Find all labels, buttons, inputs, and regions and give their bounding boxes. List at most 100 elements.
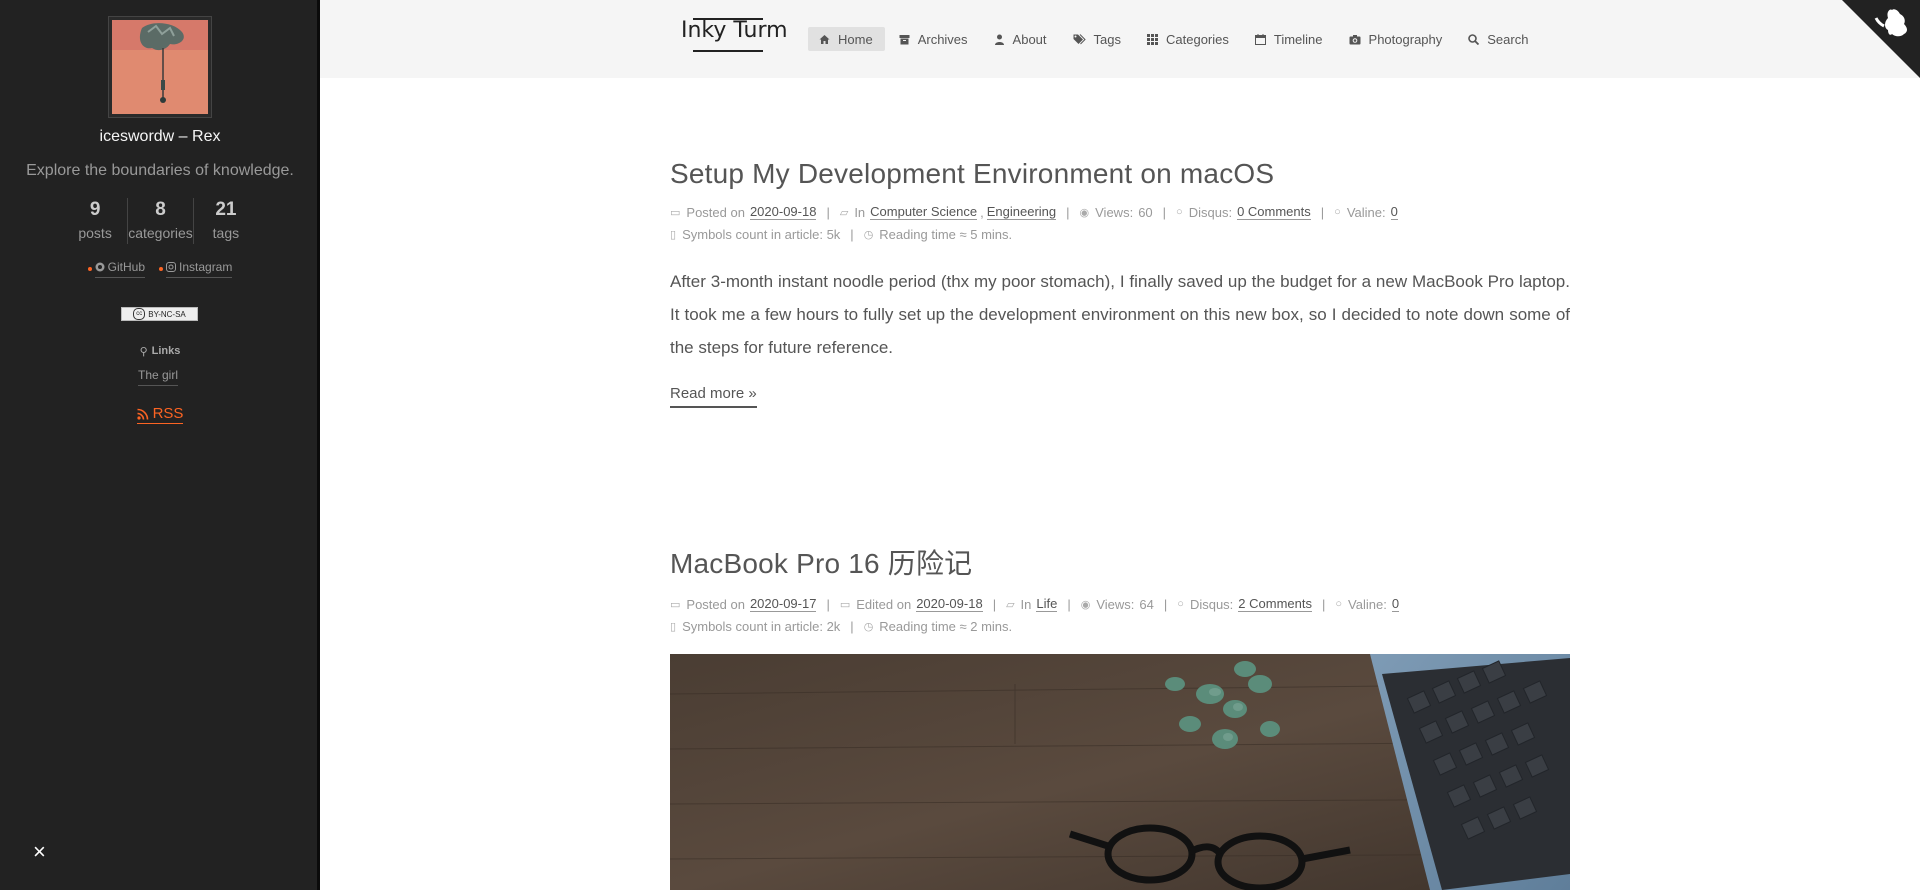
post-meta: ▭ Posted on 2020-09-18 | ▱ In Computer S… (670, 204, 1570, 220)
nav-label: Tags (1093, 31, 1121, 47)
nav-timeline[interactable]: Timeline (1244, 27, 1335, 51)
grid-icon (1147, 33, 1158, 45)
meta-separator: | (1163, 596, 1168, 612)
edited-label: Edited on (856, 596, 912, 612)
nav-label: Timeline (1273, 31, 1323, 47)
meta-separator: | (1067, 596, 1071, 612)
clock-icon: ◷ (863, 229, 874, 241)
github-link[interactable]: GitHub (94, 260, 145, 278)
post-title[interactable]: Setup My Development Environment on macO… (670, 158, 1570, 190)
comment-icon: ○ (1335, 598, 1343, 610)
instagram-link[interactable]: Instagram (166, 260, 233, 278)
nav-about[interactable]: About (983, 27, 1059, 51)
posted-label: Posted on (686, 204, 745, 220)
views-count: 60 (1138, 204, 1153, 220)
category-link[interactable]: Engineering (986, 204, 1057, 220)
avatar[interactable] (108, 16, 212, 118)
post-cover-image[interactable] (670, 654, 1570, 890)
folder-icon: ▱ (1006, 598, 1015, 611)
calendar-check-icon: ▭ (839, 598, 851, 611)
stat-label: tags (212, 225, 240, 241)
search-icon (1468, 33, 1480, 45)
disqus-label: Disqus: (1188, 204, 1233, 220)
post-title[interactable]: MacBook Pro 16 历险记 (670, 542, 1570, 582)
post-meta-secondary: ▯ Symbols count in article: 5k | ◷ Readi… (670, 227, 1570, 242)
nav-label: Home (838, 31, 873, 47)
post-meta-secondary: ▯ Symbols count in article: 2k | ◷ Readi… (670, 619, 1570, 634)
link-icon: ⚲ (139, 346, 148, 358)
brand-bottom-line (693, 50, 763, 52)
disqus-label: Disqus: (1189, 596, 1234, 612)
calendar-icon (1254, 33, 1266, 45)
nav-archives[interactable]: Archives (888, 27, 980, 51)
in-label: In (1020, 596, 1032, 612)
site-brand[interactable]: Inky Turm (681, 18, 788, 43)
meta-separator: | (1322, 596, 1326, 612)
posted-date[interactable]: 2020-09-17 (749, 596, 817, 612)
nav-categories[interactable]: Categories (1136, 27, 1241, 51)
category-link[interactable]: Computer Science (870, 204, 978, 220)
clock-icon: ◷ (863, 621, 874, 633)
edited-date[interactable]: 2020-09-18 (916, 596, 983, 612)
stat-posts[interactable]: 9 posts (63, 198, 127, 244)
post-meta: ▭ Posted on 2020-09-17 | ▭ Edited on 202… (670, 596, 1570, 612)
symbols-count: Symbols count in article: 5k (682, 227, 841, 242)
disqus-comments-link[interactable]: 0 Comments (1237, 204, 1311, 220)
sidebar-close-button[interactable]: × (33, 841, 46, 863)
stat-number: 8 (155, 199, 166, 220)
github-label: GitHub (107, 260, 145, 274)
stat-number: 9 (89, 199, 101, 220)
valine-comments-link[interactable]: 0 (1390, 204, 1398, 220)
meta-separator: | (1162, 204, 1167, 220)
stat-number: 21 (215, 199, 237, 220)
rss-container: RSS (0, 405, 320, 424)
github-corner[interactable] (1842, 0, 1920, 78)
category-link[interactable]: Life (1036, 596, 1058, 612)
stat-categories[interactable]: 8 categories (127, 198, 193, 244)
file-icon: ▯ (670, 229, 677, 241)
stat-tags[interactable]: 21 tags (192, 198, 258, 244)
social-item-instagram: Instagram (159, 260, 233, 278)
meta-separator: | (850, 227, 854, 242)
blogroll-link[interactable]: The girl (138, 368, 179, 386)
reading-time: Reading time ≈ 5 mins. (879, 227, 1013, 242)
eye-icon: ◉ (1079, 206, 1090, 219)
meta-separator: | (850, 619, 854, 634)
views-count: 64 (1139, 596, 1154, 612)
calendar-icon: ▭ (670, 598, 681, 611)
site-header: Inky Turm Home Archives About Tags Categ… (320, 0, 1920, 78)
category-comma: , (980, 204, 984, 220)
social-item-github: GitHub (87, 260, 145, 278)
nav-search[interactable]: Search (1457, 27, 1540, 51)
rss-icon (136, 408, 148, 420)
license-badge[interactable]: cc BY-NC-SA (121, 307, 198, 321)
bullet-dot (159, 267, 163, 271)
rss-link[interactable]: RSS (136, 405, 184, 424)
comment-icon: ○ (1176, 206, 1183, 218)
disqus-comments-link[interactable]: 2 Comments (1238, 596, 1312, 612)
links-title: ⚲ Links (0, 345, 320, 358)
meta-separator: | (992, 596, 997, 612)
author-name: iceswordw – Rex (99, 128, 221, 145)
nav-home[interactable]: Home (808, 27, 885, 51)
sidebar: iceswordw – Rex Explore the boundaries o… (0, 0, 320, 890)
posted-date[interactable]: 2020-09-18 (749, 204, 817, 220)
desk-photo (670, 654, 1570, 890)
cc-icon: cc (133, 308, 146, 320)
views-label: Views: (1095, 204, 1134, 220)
instagram-label: Instagram (179, 260, 233, 274)
meta-separator: | (1066, 204, 1070, 220)
license-label: BY-NC-SA (148, 309, 186, 319)
views-label: Views: (1096, 596, 1135, 612)
nav-photography[interactable]: Photography (1338, 27, 1455, 51)
github-icon (95, 262, 105, 272)
camera-icon (1349, 34, 1361, 44)
valine-comments-link[interactable]: 0 (1391, 596, 1400, 612)
nav-tags[interactable]: Tags (1062, 27, 1133, 51)
nav-label: Categories (1166, 31, 1229, 47)
calendar-icon: ▭ (670, 206, 681, 219)
read-more-button[interactable]: Read more » (670, 385, 757, 408)
nav-label: About (1012, 31, 1047, 47)
close-icon: × (33, 839, 46, 864)
octocat-icon (1842, 0, 1920, 78)
